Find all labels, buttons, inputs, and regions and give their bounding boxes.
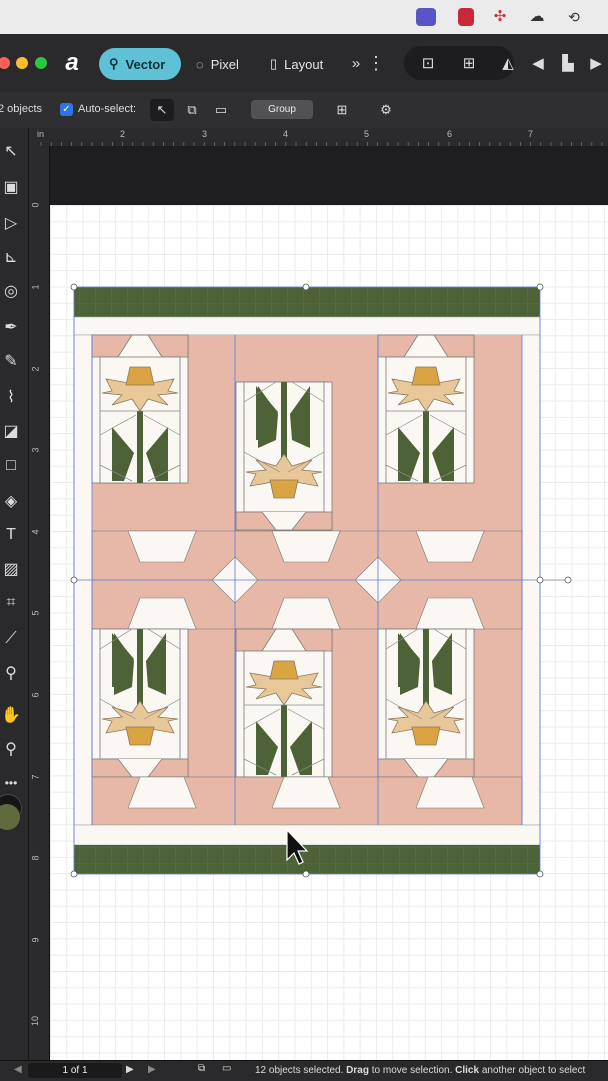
quilt-artwork[interactable]: [0, 0, 608, 1080]
status-move: to move selection.: [371, 1065, 453, 1076]
status-drag: Drag: [346, 1065, 369, 1076]
flower-block[interactable]: [377, 628, 475, 778]
flower-block[interactable]: [91, 628, 189, 778]
pages-icon[interactable]: ⧉: [198, 1063, 205, 1074]
top-cream-border[interactable]: [73, 316, 541, 336]
flower-block[interactable]: [377, 334, 475, 484]
top-green-border[interactable]: [74, 287, 540, 317]
status-another: another object to select: [481, 1065, 586, 1076]
flower-block[interactable]: [235, 628, 333, 778]
page-indicator[interactable]: 1 of 1: [28, 1063, 122, 1078]
bottom-green-border[interactable]: [74, 845, 540, 874]
status-message: 12 objects selected. Drag to move select…: [255, 1065, 585, 1076]
last-page-icon[interactable]: ▶: [148, 1064, 156, 1075]
bottom-cream-border[interactable]: [73, 824, 541, 846]
status-bar: ◀ 1 of 1 ▶ ▶ ⧉ ▭ 12 objects selected. Dr…: [0, 1060, 608, 1081]
flower-block[interactable]: [91, 334, 189, 484]
next-page-icon[interactable]: ▶: [126, 1064, 134, 1075]
prev-page-icon[interactable]: ◀: [14, 1064, 22, 1075]
spread-icon[interactable]: ▭: [222, 1063, 231, 1074]
status-click: Click: [455, 1065, 480, 1076]
flower-block[interactable]: [235, 381, 333, 531]
page-indicator-label: 1 of 1: [62, 1065, 88, 1076]
status-selected: 12 objects selected.: [255, 1065, 344, 1076]
